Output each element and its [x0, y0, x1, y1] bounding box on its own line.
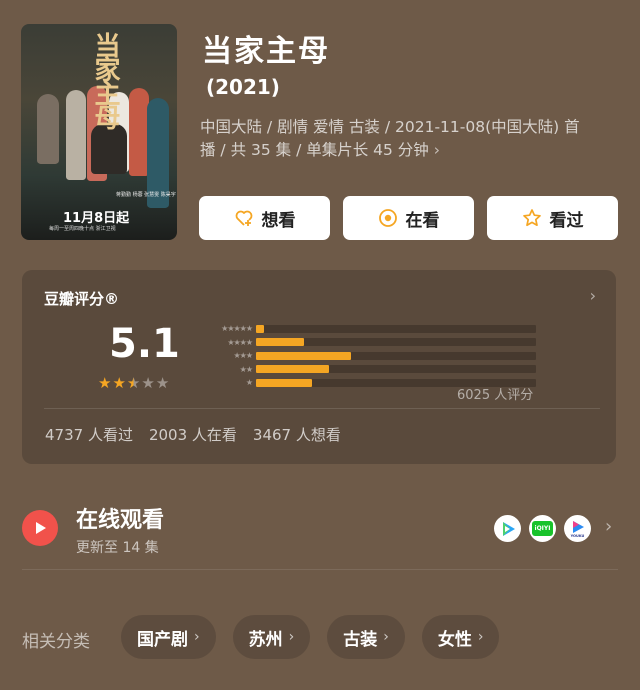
watching-label: 在看 [405, 210, 440, 231]
online-watch-title: 在线观看 [76, 508, 165, 533]
star-empty-icon: ★ [141, 374, 155, 392]
chevron-right-icon: › [433, 141, 440, 159]
want-count[interactable]: 3467 人想看 [253, 424, 341, 445]
show-meta[interactable]: 中国大陆 / 剧情 爱情 古装 / 2021-11-08(中国大陆) 首 播 /… [200, 116, 620, 162]
distribution-stars-3: ★★★ [233, 351, 253, 361]
chevron-right-icon: › [194, 629, 200, 645]
action-buttons: 想看 在看 看过 [199, 196, 618, 240]
distribution-bar [256, 324, 265, 333]
watch-stats: 4737 人看过 2003 人在看 3467 人想看 [45, 424, 341, 445]
distribution-stars-4: ★★★★ [227, 337, 253, 347]
distribution-row-5: ★★★★★ [198, 322, 536, 336]
chevron-right-icon: › [605, 516, 613, 537]
star-half-icon: ★ [126, 374, 141, 392]
show-title: 当家主母 [202, 34, 330, 69]
distribution-stars-2: ★★ [239, 364, 253, 374]
distribution-row-2: ★★ [198, 363, 536, 377]
watching-count[interactable]: 2003 人在看 [149, 424, 237, 445]
star-empty-icon: ★ [155, 374, 170, 392]
heart-plus-icon [235, 210, 252, 226]
youku-logo-text: YOUKU [570, 533, 585, 538]
show-meta-line2: 播 / 共 35 集 / 单集片长 45 分钟 [200, 141, 429, 159]
distribution-row-4: ★★★★ [198, 336, 536, 350]
chevron-right-icon: › [383, 629, 389, 645]
show-year: (2021) [206, 75, 280, 99]
category-chip-label: 国产剧 [137, 629, 188, 650]
category-chip[interactable]: 国产剧 › [121, 615, 216, 659]
watched-label: 看过 [549, 210, 584, 231]
category-chip-label: 古装 [343, 629, 378, 650]
watched-button[interactable]: 看过 [487, 196, 618, 240]
distribution-stars-5: ★★★★★ [221, 324, 253, 334]
distribution-bar [256, 338, 304, 347]
target-icon [378, 209, 397, 227]
online-watch-subtitle: 更新至 14 集 [76, 540, 159, 556]
star-outline-icon [522, 209, 541, 227]
play-icon [22, 510, 58, 546]
rating-count: 6025 人评分 [457, 388, 534, 403]
distribution-stars-1: ★ [245, 378, 253, 388]
poster-cast-text: 蒋勤勤 杨蓉 张慧雯 陈昊宇 [116, 192, 176, 198]
chevron-right-icon: › [589, 286, 596, 305]
category-chip-label: 苏州 [248, 629, 283, 650]
divider [22, 569, 618, 570]
youku-icon[interactable]: YOUKU [564, 515, 591, 542]
poster-image[interactable]: 当家主母 蒋勤勤 杨蓉 张慧雯 陈昊宇 11月8日起 每周一至周四晚十点 浙江卫… [21, 24, 177, 240]
chevron-right-icon: › [477, 629, 484, 645]
poster-title: 当家主母 [90, 32, 120, 128]
related-categories: 国产剧 › 苏州 › 古装 › 女性 › [121, 615, 500, 659]
category-chip[interactable]: 女性 › [421, 615, 500, 659]
iqiyi-logo: iQIYI [532, 521, 553, 536]
rating-stars: ★ ★ ★ ★ ★ [98, 376, 169, 391]
star-full-icon: ★ [112, 374, 126, 392]
rating-score: 5.1 [109, 321, 180, 367]
douban-rating-label: 豆瓣评分® [44, 290, 120, 308]
watching-button[interactable]: 在看 [343, 196, 474, 240]
want-to-watch-label: 想看 [261, 210, 296, 231]
want-to-watch-button[interactable]: 想看 [199, 196, 330, 240]
iqiyi-icon[interactable]: iQIYI [529, 515, 556, 542]
watched-count[interactable]: 4737 人看过 [45, 424, 133, 445]
tencent-video-icon[interactable] [494, 515, 521, 542]
show-meta-line1: 中国大陆 / 剧情 爱情 古装 / 2021-11-08(中国大陆) 首 [200, 118, 580, 136]
poster-date: 11月8日起 [63, 211, 130, 226]
star-full-icon: ★ [98, 374, 112, 392]
online-watch-row[interactable]: 在线观看 更新至 14 集 iQIYI YOUKU › [0, 494, 640, 566]
distribution-bar [256, 351, 352, 360]
category-chip[interactable]: 古装 › [327, 615, 405, 659]
rating-card[interactable]: 豆瓣评分® › 5.1 ★ ★ ★ ★ ★ ★★★★★ ★★★★ ★★★ ★★ ★ 60… [22, 270, 616, 464]
related-categories-label: 相关分类 [22, 632, 90, 652]
chevron-right-icon: › [288, 629, 295, 645]
category-chip-label: 女性 [437, 629, 472, 650]
distribution-bar [256, 378, 312, 387]
distribution-bar [256, 365, 329, 374]
divider [44, 408, 600, 409]
category-chip[interactable]: 苏州 › [232, 615, 311, 659]
distribution-row-3: ★★★ [198, 349, 536, 363]
rating-distribution: ★★★★★ ★★★★ ★★★ ★★ ★ [198, 322, 536, 390]
poster-caption: 每周一至周四晚十点 浙江卫视 [49, 226, 116, 232]
